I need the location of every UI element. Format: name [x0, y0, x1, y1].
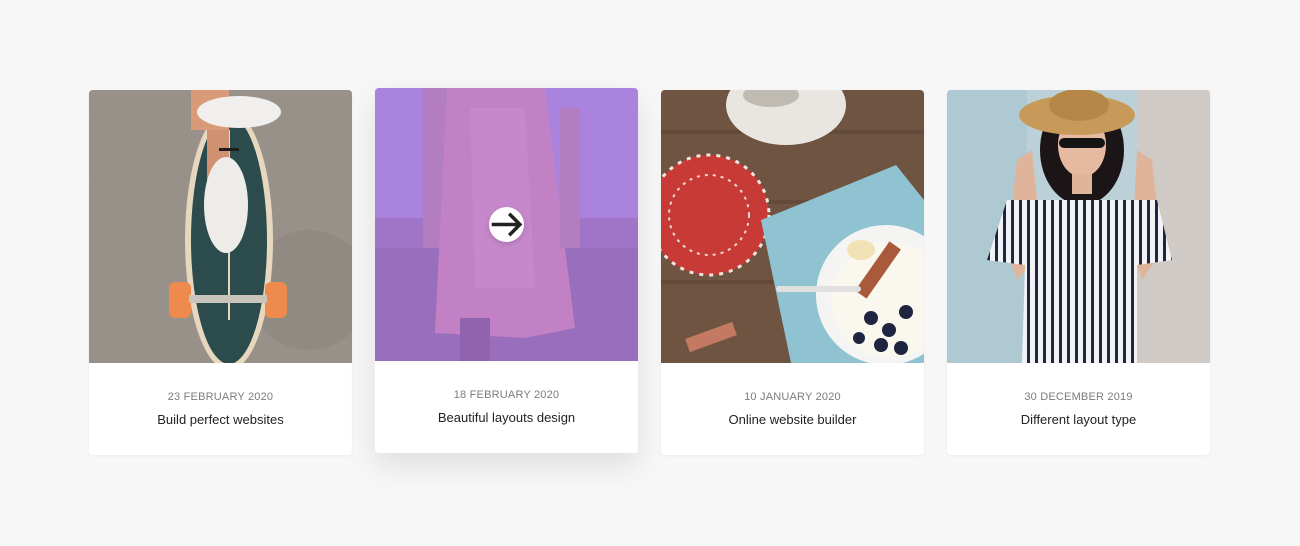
card-meta: 23 FEBRUARY 2020 Build perfect websites — [89, 363, 352, 427]
card-date: 18 FEBRUARY 2020 — [453, 389, 560, 401]
woman-striped-dress-image — [947, 90, 1210, 363]
card-title[interactable]: Online website builder — [661, 412, 924, 427]
woman-striped-dress-photo[interactable] — [947, 90, 1210, 363]
blog-card-grid: 23 FEBRUARY 2020 Build perfect websites — [0, 0, 1300, 546]
card-date: 30 DECEMBER 2019 — [1024, 391, 1133, 403]
card-meta: 30 DECEMBER 2019 Different layout type — [947, 363, 1210, 427]
card-title[interactable]: Build perfect websites — [89, 412, 352, 427]
arrow-right-icon — [491, 212, 523, 237]
card-title[interactable]: Different layout type — [947, 412, 1210, 427]
card-date: 23 FEBRUARY 2020 — [167, 391, 274, 403]
skateboard-photo[interactable] — [89, 90, 352, 363]
card-meta: 10 JANUARY 2020 Online website builder — [661, 363, 924, 427]
breakfast-image — [661, 90, 924, 363]
card-meta: 18 FEBRUARY 2020 Beautiful layouts desig… — [375, 361, 638, 425]
blog-card[interactable]: 10 JANUARY 2020 Online website builder — [661, 90, 924, 455]
breakfast-table-photo[interactable] — [661, 90, 924, 363]
blog-card-hovered[interactable]: 18 FEBRUARY 2020 Beautiful layouts desig… — [375, 88, 638, 453]
skateboard-image — [89, 90, 352, 363]
read-more-button[interactable] — [489, 207, 524, 242]
card-date: 10 JANUARY 2020 — [744, 391, 841, 403]
blog-card[interactable]: 30 DECEMBER 2019 Different layout type — [947, 90, 1210, 455]
pink-dress-field-photo[interactable] — [375, 88, 638, 361]
card-title[interactable]: Beautiful layouts design — [375, 410, 638, 425]
blog-card[interactable]: 23 FEBRUARY 2020 Build perfect websites — [89, 90, 352, 455]
